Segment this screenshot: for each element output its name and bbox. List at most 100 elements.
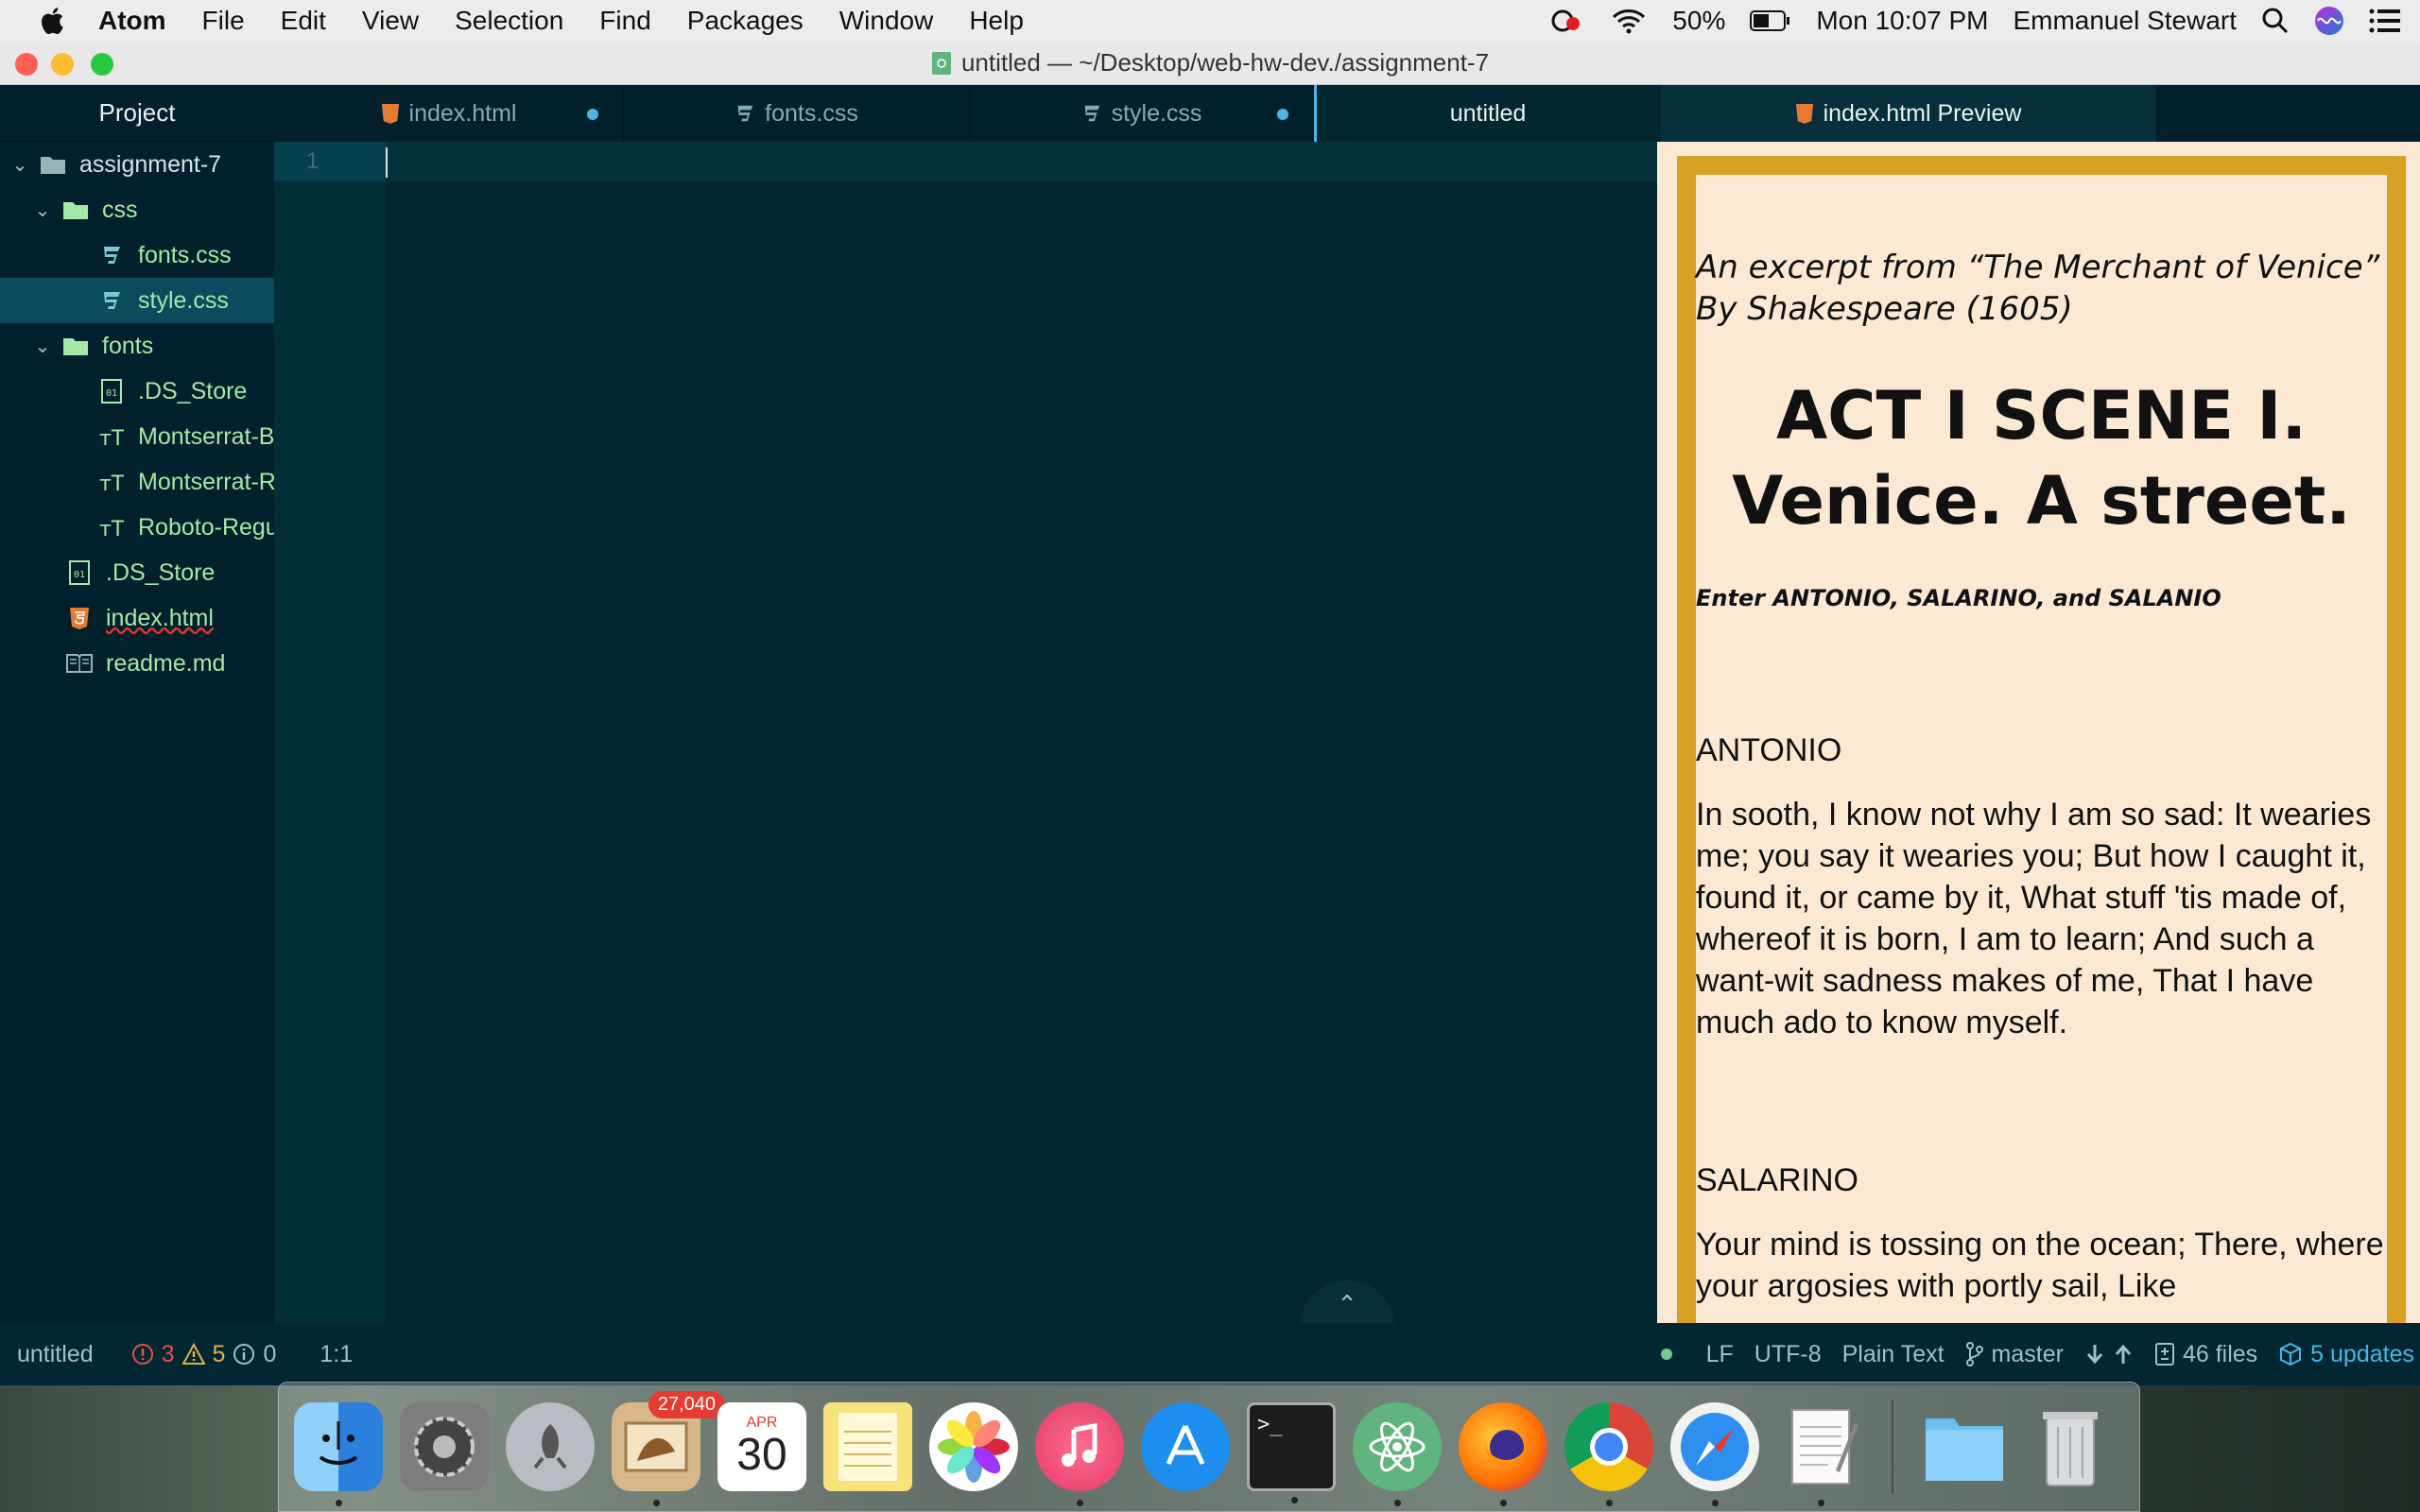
tab-label: index.html [408, 99, 517, 127]
tree-file-ds-store[interactable]: 01 .DS_Store [0, 369, 274, 414]
css3-icon [98, 242, 125, 268]
battery-percent: 50% [1672, 6, 1726, 35]
window-title-bar[interactable]: untitled — ~/Desktop/web-hw-dev./assignm… [0, 42, 2420, 85]
arrow-up-icon [2115, 1344, 2132, 1364]
menu-selection[interactable]: Selection [455, 6, 563, 36]
itunes-icon[interactable] [1035, 1402, 1124, 1506]
menu-find[interactable]: Find [599, 6, 650, 36]
chevron-down-icon[interactable]: ⌄ [9, 153, 30, 177]
atom-app-icon[interactable] [1353, 1402, 1442, 1506]
menu-edit[interactable]: Edit [281, 6, 326, 36]
mail-icon[interactable]: 27,040 [612, 1391, 725, 1506]
package-icon [2280, 1342, 2302, 1366]
wifi-icon[interactable] [1610, 7, 1648, 35]
menu-app-name[interactable]: Atom [98, 6, 166, 36]
tab-style-css[interactable]: style.css [970, 85, 1314, 142]
menu-file[interactable]: File [202, 6, 245, 36]
chevron-down-icon[interactable]: ⌄ [32, 198, 53, 222]
battery-icon[interactable] [1750, 9, 1791, 33]
menu-window[interactable]: Window [839, 6, 934, 36]
tab-untitled[interactable]: untitled [1314, 85, 1660, 142]
tree-item-label: fonts.css [138, 241, 232, 268]
text-caret [386, 147, 388, 178]
tree-root-folder[interactable]: ⌄ assignment-7 [0, 142, 274, 187]
git-fetch-button[interactable] [2084, 1343, 2134, 1366]
preview-heading-line1: ACT I SCENE I. [1775, 377, 2308, 455]
package-updates[interactable]: 5 updates [2278, 1341, 2414, 1368]
tree-folder-css[interactable]: ⌄ css [0, 187, 274, 232]
notification-center-icon[interactable] [2369, 8, 2401, 34]
line-ending-selector[interactable]: LF [1706, 1341, 1734, 1368]
preview-stage-direction: Enter ANTONIO, SALARINO, and SALANIO [1696, 585, 2221, 611]
font-file-icon: ᴛT [98, 469, 125, 495]
tree-item-label: fonts [102, 332, 154, 359]
clock[interactable]: Mon 10:07 PM [1816, 6, 1988, 36]
notes-icon[interactable] [823, 1402, 912, 1491]
running-indicator-icon [336, 1500, 342, 1506]
preview-heading-line2: Venice. A street. [1732, 462, 2351, 540]
firefox-icon[interactable] [1459, 1402, 1547, 1506]
tree-file-montserrat-r[interactable]: ᴛT Montserrat-R [0, 459, 274, 505]
zoom-window-button[interactable] [91, 53, 113, 76]
spotlight-search-icon[interactable] [2261, 7, 2290, 35]
chevron-down-icon[interactable]: ⌄ [32, 335, 53, 358]
applications-folder-icon[interactable] [1920, 1402, 2009, 1491]
tree-file-index-html[interactable]: index.html [0, 595, 274, 641]
tree-item-label: Montserrat-B [138, 422, 274, 450]
siri-icon[interactable] [2314, 6, 2344, 36]
preview-speaker-salarino: SALARINO [1696, 1162, 1858, 1198]
tree-file-roboto-regular[interactable]: ᴛT Roboto-Regu [0, 505, 274, 550]
close-window-button[interactable] [15, 53, 38, 76]
text-editor[interactable] [386, 142, 1657, 1323]
git-changed-files[interactable]: 46 files [2154, 1341, 2257, 1368]
tree-header[interactable]: Project [0, 85, 274, 142]
minimize-window-button[interactable] [51, 53, 74, 76]
tree-file-montserrat-b[interactable]: ᴛT Montserrat-B [0, 414, 274, 459]
calendar-icon[interactable]: APR 30 [717, 1402, 806, 1491]
line-number-gutter: 1 [274, 142, 386, 1323]
tab-bar: index.html fonts.css style.css untitled … [274, 85, 2420, 142]
encoding-selector[interactable]: UTF-8 [1754, 1341, 1822, 1368]
finder-icon[interactable] [294, 1402, 383, 1506]
tree-folder-fonts[interactable]: ⌄ fonts [0, 323, 274, 369]
menu-packages[interactable]: Packages [687, 6, 804, 36]
modified-indicator-icon [1277, 109, 1288, 120]
grammar-selector[interactable]: Plain Text [1842, 1341, 1945, 1368]
preview-subtitle-line2: By Shakespeare (1605) [1696, 290, 2073, 328]
linter-summary[interactable]: 3 5 0 [131, 1340, 276, 1368]
status-bar: untitled 3 5 0 1:1 LF UTF-8 Plain Text m… [0, 1323, 2420, 1385]
cursor-position[interactable]: 1:1 [320, 1341, 353, 1368]
trash-icon[interactable] [2026, 1402, 2115, 1491]
tree-file-style-css[interactable]: style.css [0, 278, 274, 323]
system-preferences-icon[interactable] [400, 1402, 489, 1491]
terminal-icon[interactable]: >_ [1247, 1402, 1336, 1503]
chrome-icon[interactable] [1564, 1402, 1653, 1506]
git-files-label: 46 files [2182, 1340, 2258, 1367]
app-store-icon[interactable] [1141, 1402, 1230, 1491]
tree-file-fonts-css[interactable]: fonts.css [0, 232, 274, 278]
git-branch[interactable]: master [1965, 1341, 2064, 1368]
launchpad-icon[interactable] [506, 1402, 595, 1491]
dock-separator [1892, 1400, 1893, 1494]
project-tree: Project ⌄ assignment-7 ⌄ css fonts.css s… [0, 85, 274, 1323]
tree-item-label: readme.md [106, 649, 226, 677]
tree-file-readme-md[interactable]: readme.md [0, 641, 274, 686]
modified-indicator-icon [587, 109, 598, 120]
error-count: 3 [161, 1340, 175, 1367]
atom-document-icon [931, 51, 951, 75]
menu-view[interactable]: View [362, 6, 419, 36]
status-file-name[interactable]: untitled [17, 1341, 94, 1368]
font-file-icon: ᴛT [98, 423, 125, 450]
tab-index-html[interactable]: index.html [274, 85, 624, 142]
textedit-icon[interactable] [1776, 1402, 1865, 1506]
html-preview-pane[interactable]: An excerpt from “The Merchant of Venice”… [1657, 142, 2420, 1323]
creative-cloud-icon[interactable] [1547, 7, 1585, 35]
tree-file-root-ds-store[interactable]: 01 .DS_Store [0, 550, 274, 595]
photos-icon[interactable] [929, 1402, 1018, 1491]
tab-index-html-preview[interactable]: index.html Preview [1660, 85, 2157, 142]
safari-icon[interactable] [1670, 1402, 1759, 1506]
user-name[interactable]: Emmanuel Stewart [2013, 6, 2237, 36]
apple-icon[interactable] [38, 5, 70, 37]
tab-fonts-css[interactable]: fonts.css [624, 85, 970, 142]
menu-help[interactable]: Help [969, 6, 1024, 36]
